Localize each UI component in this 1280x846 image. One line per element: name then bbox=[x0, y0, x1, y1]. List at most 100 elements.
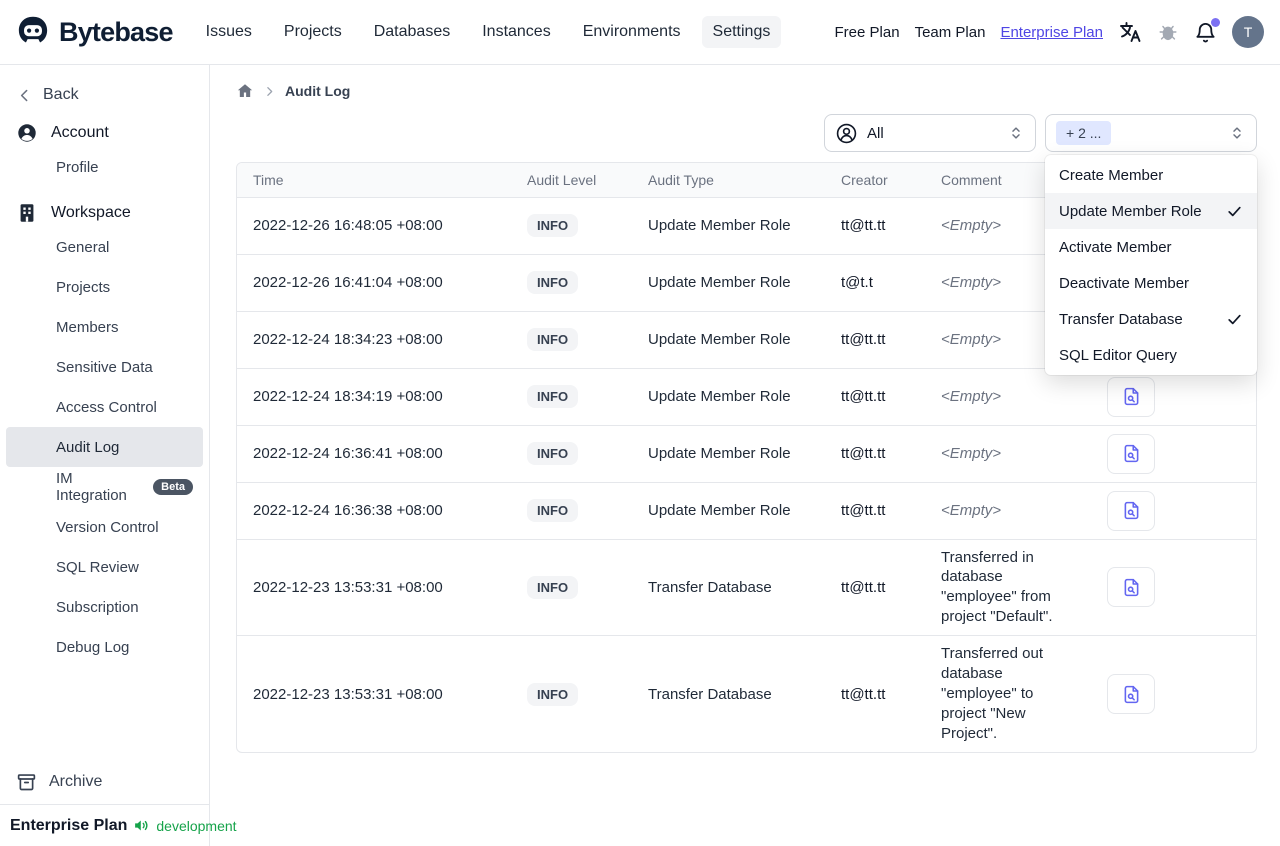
audit-log-page: Audit Log All + 2 ... Time Audit Level A… bbox=[210, 65, 1280, 846]
chevron-right-icon bbox=[263, 85, 276, 98]
cell-audit-type: Update Member Role bbox=[632, 424, 825, 482]
cell-creator: tt@tt.tt bbox=[841, 217, 886, 234]
nav-link-projects[interactable]: Projects bbox=[273, 16, 353, 48]
audit-type-filter-value: + 2 ... bbox=[1056, 121, 1112, 145]
cell-audit-level: INFO bbox=[511, 481, 632, 539]
current-plan-label: Enterprise Plan bbox=[10, 816, 128, 834]
audit-level-badge: INFO bbox=[527, 442, 579, 465]
audit-level-badge: INFO bbox=[527, 271, 579, 294]
menu-item-update-member-role[interactable]: Update Member Role bbox=[1045, 193, 1257, 229]
audit-log-row: 2022-12-24 16:36:41 +08:00 INFO Update M… bbox=[237, 424, 1256, 482]
bytebase-logo[interactable]: Bytebase bbox=[14, 13, 173, 51]
team-plan-link[interactable]: Team Plan bbox=[915, 24, 986, 41]
nav-link-databases[interactable]: Databases bbox=[363, 16, 462, 48]
audit-log-row: 2022-12-24 18:34:19 +08:00 INFO Update M… bbox=[237, 367, 1256, 425]
sidebar-item-audit-log[interactable]: Audit Log bbox=[6, 427, 203, 467]
audit-level-badge: INFO bbox=[527, 385, 579, 408]
sidebar-item-general[interactable]: General bbox=[6, 227, 203, 267]
cell-creator: tt@tt.tt bbox=[825, 635, 925, 752]
translate-icon[interactable] bbox=[1118, 20, 1142, 44]
cell-comment: Transferred out database "employee" to p… bbox=[925, 635, 1091, 752]
sidebar-item-sql-review[interactable]: SQL Review bbox=[6, 547, 203, 587]
enterprise-plan-link[interactable]: Enterprise Plan bbox=[1000, 24, 1103, 41]
cell-audit-type: Transfer Database bbox=[632, 538, 825, 636]
cell-actions bbox=[1091, 367, 1256, 425]
column-header-audit-type: Audit Type bbox=[632, 163, 825, 198]
avatar[interactable]: T bbox=[1232, 16, 1264, 48]
cell-time: 2022-12-26 16:48:05 +08:00 bbox=[253, 217, 443, 234]
cell-audit-type: Update Member Role bbox=[632, 310, 825, 368]
cell-time: 2022-12-23 13:53:31 +08:00 bbox=[237, 635, 511, 752]
cell-audit-level: INFO bbox=[511, 367, 632, 425]
top-nav: Bytebase Issues Projects Databases Instance… bbox=[0, 0, 1280, 65]
nav-link-environments[interactable]: Environments bbox=[572, 16, 692, 48]
file-search-icon bbox=[1121, 684, 1142, 705]
notifications-bell-icon[interactable] bbox=[1194, 17, 1220, 44]
menu-item-activate-member[interactable]: Activate Member bbox=[1045, 229, 1257, 265]
view-detail-button[interactable] bbox=[1107, 490, 1155, 531]
column-header-audit-level: Audit Level bbox=[511, 163, 632, 198]
plan-footer: Enterprise Plan development bbox=[0, 804, 237, 846]
audit-type-filter-select[interactable]: + 2 ... bbox=[1045, 114, 1257, 152]
menu-item-sql-editor-query[interactable]: SQL Editor Query bbox=[1045, 337, 1257, 373]
sidebar-item-sensitive-data[interactable]: Sensitive Data bbox=[6, 347, 203, 387]
cell-actions bbox=[1091, 538, 1256, 636]
file-search-icon bbox=[1121, 443, 1142, 464]
home-icon[interactable] bbox=[236, 82, 254, 100]
view-detail-button[interactable] bbox=[1107, 567, 1155, 608]
cell-creator: tt@tt.tt bbox=[825, 424, 925, 482]
cell-audit-type: Update Member Role bbox=[632, 253, 825, 311]
sidebar-item-members[interactable]: Members bbox=[6, 307, 203, 347]
cell-creator: tt@tt.tt bbox=[825, 481, 925, 539]
column-header-creator: Creator bbox=[825, 163, 925, 198]
cell-time: 2022-12-24 16:36:41 +08:00 bbox=[237, 424, 511, 482]
menu-item-create-member[interactable]: Create Member bbox=[1045, 157, 1257, 193]
cell-audit-type: Update Member Role bbox=[648, 217, 791, 234]
menu-item-transfer-database[interactable]: Transfer Database bbox=[1045, 301, 1257, 337]
sidebar-item-subscription[interactable]: Subscription bbox=[6, 587, 203, 627]
sidebar-item-access-control[interactable]: Access Control bbox=[6, 387, 203, 427]
cell-time: 2022-12-24 18:34:23 +08:00 bbox=[237, 310, 511, 368]
notification-dot bbox=[1211, 17, 1220, 27]
file-search-icon bbox=[1121, 386, 1142, 407]
cell-comment: Transferred in database "employee" from … bbox=[925, 538, 1091, 636]
sidebar-item-projects[interactable]: Projects bbox=[6, 267, 203, 307]
bug-report-icon[interactable] bbox=[1157, 21, 1179, 43]
creator-filter-value: All bbox=[867, 124, 884, 142]
bytebase-logo-icon bbox=[14, 13, 52, 51]
cell-time: 2022-12-26 16:41:04 +08:00 bbox=[237, 253, 511, 311]
cell-creator: tt@tt.tt bbox=[825, 310, 925, 368]
sidebar-item-archive[interactable]: Archive bbox=[0, 760, 209, 804]
nav-link-issues[interactable]: Issues bbox=[195, 16, 263, 48]
view-detail-button[interactable] bbox=[1107, 376, 1155, 417]
audit-level-badge: INFO bbox=[527, 328, 579, 351]
cell-audit-level: INFO bbox=[511, 635, 632, 752]
back-button[interactable]: Back bbox=[0, 83, 209, 107]
view-detail-button[interactable] bbox=[1107, 674, 1155, 715]
free-plan-link[interactable]: Free Plan bbox=[835, 24, 900, 41]
sidebar-item-profile[interactable]: Profile bbox=[6, 147, 203, 187]
sidebar-item-debug-log[interactable]: Debug Log bbox=[6, 627, 203, 667]
audit-level-badge: INFO bbox=[527, 682, 579, 706]
view-detail-button[interactable] bbox=[1107, 433, 1155, 474]
sidebar-item-version-control[interactable]: Version Control bbox=[6, 507, 203, 547]
cell-time: 2022-12-24 18:34:19 +08:00 bbox=[237, 367, 511, 425]
breadcrumb: Audit Log bbox=[236, 79, 1257, 103]
nav-link-instances[interactable]: Instances bbox=[471, 16, 561, 48]
cell-time: 2022-12-23 13:53:31 +08:00 bbox=[237, 538, 511, 636]
cell-creator: t@t.t bbox=[825, 253, 925, 311]
sidebar-item-im-integration[interactable]: IM Integration Beta bbox=[6, 467, 203, 507]
cell-actions bbox=[1091, 424, 1256, 482]
nav-link-settings[interactable]: Settings bbox=[701, 16, 782, 48]
user-icon bbox=[16, 122, 38, 144]
menu-item-deactivate-member[interactable]: Deactivate Member bbox=[1045, 265, 1257, 301]
file-search-icon bbox=[1121, 500, 1142, 521]
building-icon bbox=[16, 202, 38, 224]
file-search-icon bbox=[1121, 577, 1142, 598]
audit-log-row: 2022-12-24 16:36:38 +08:00 INFO Update M… bbox=[237, 481, 1256, 539]
settings-sidebar: Back Account Profile Workspace General P… bbox=[0, 65, 237, 846]
beta-badge: Beta bbox=[153, 479, 193, 495]
brand-name: Bytebase bbox=[59, 16, 173, 47]
cell-comment: <Empty> bbox=[925, 367, 1091, 425]
creator-filter-select[interactable]: All bbox=[824, 114, 1036, 152]
